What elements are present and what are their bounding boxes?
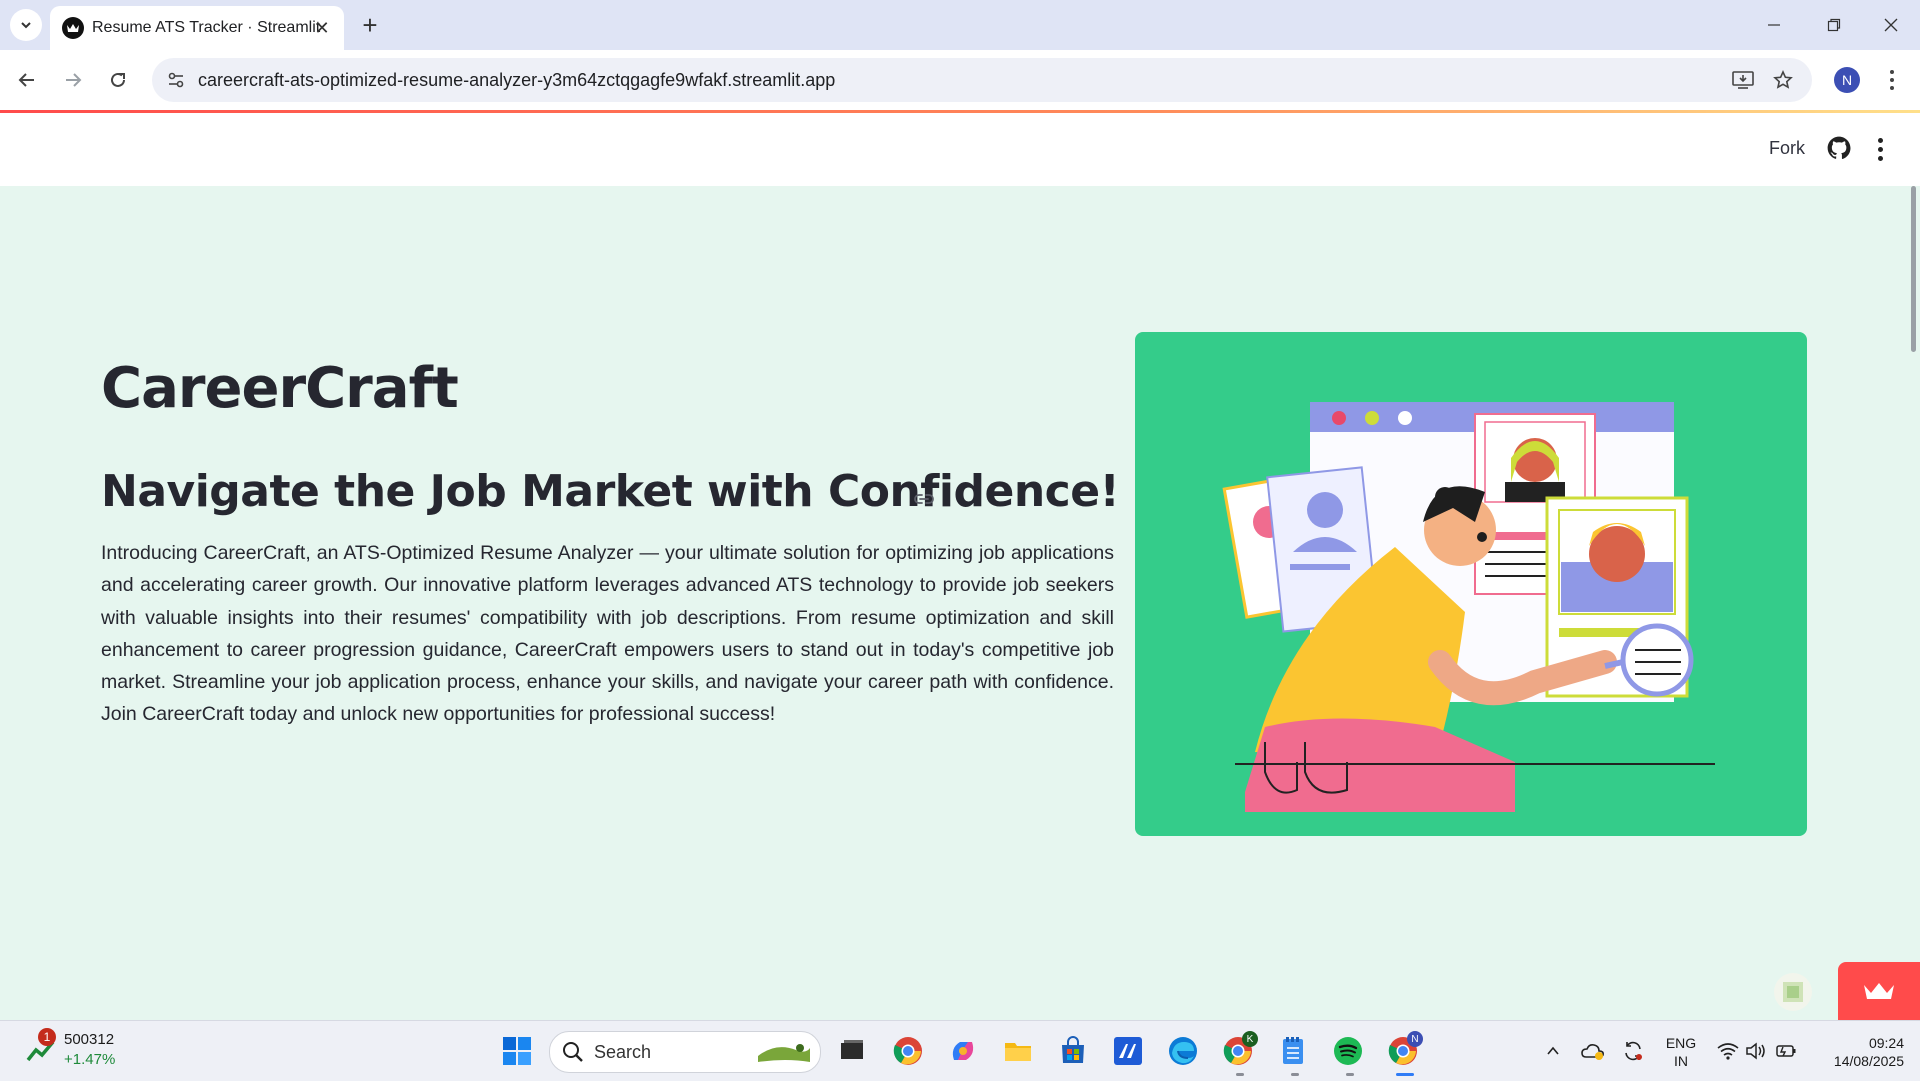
edge-icon[interactable] — [1165, 1033, 1201, 1069]
hero-illustration — [1135, 332, 1807, 836]
back-icon[interactable] — [11, 64, 43, 96]
install-app-icon[interactable] — [1729, 66, 1757, 94]
streamlit-crown-icon — [62, 17, 84, 39]
clock-time: 09:24 — [1868, 1035, 1904, 1051]
file-explorer-folder-icon[interactable] — [1000, 1033, 1036, 1069]
fork-button[interactable]: Fork — [1769, 138, 1805, 159]
tab-title: Resume ATS Tracker · Streamlit — [92, 19, 321, 36]
minimize-icon[interactable] — [1751, 8, 1797, 42]
microsoft-store-icon[interactable] — [1055, 1033, 1091, 1069]
streamlit-crown-badge[interactable] — [1838, 962, 1920, 1020]
tab-close-icon[interactable]: ✕ — [310, 16, 334, 40]
close-window-icon[interactable] — [1868, 8, 1914, 42]
clock[interactable]: 09:24 14/08/2025 — [1812, 1034, 1904, 1070]
intro-paragraph: Introducing CareerCraft, an ATS-Optimize… — [101, 542, 1114, 726]
active-indicator — [1396, 1073, 1414, 1076]
app-menu-icon[interactable] — [1868, 133, 1892, 165]
browser-toolbar: careercraft-ats-optimized-resume-analyze… — [0, 50, 1920, 110]
battery-icon[interactable] — [1768, 1033, 1804, 1069]
profile-avatar[interactable]: N — [1834, 67, 1860, 93]
running-indicator — [1346, 1073, 1354, 1076]
copilot-icon[interactable] — [945, 1033, 981, 1069]
url-text[interactable]: careercraft-ats-optimized-resume-analyze… — [198, 70, 835, 91]
show-hidden-icons-chevron-up-icon[interactable] — [1535, 1033, 1571, 1069]
chrome-profile-n-icon[interactable]: N — [1385, 1031, 1423, 1069]
sync-icon[interactable] — [1615, 1033, 1651, 1069]
stock-value[interactable]: 500312 — [64, 1031, 114, 1048]
app-main: CareerCraft Navigate the Job Market with… — [0, 186, 1920, 1020]
language-code: ENG — [1665, 1035, 1697, 1051]
notepad-icon[interactable] — [1275, 1033, 1311, 1069]
chrome-profile-badge-k: K — [1242, 1031, 1258, 1047]
restore-icon[interactable] — [1811, 8, 1857, 42]
forward-icon[interactable] — [57, 64, 89, 96]
code-editor-icon[interactable] — [1110, 1033, 1146, 1069]
stock-notification-badge: 1 — [38, 1028, 56, 1046]
browser-tab-strip: Resume ATS Tracker · Streamlit ✕ + — [0, 0, 1920, 50]
onedrive-cloud-icon[interactable] — [1575, 1033, 1611, 1069]
search-highlight-icon — [756, 1038, 812, 1071]
taskbar: 1 500312 +1.47% Search K N ENG IN 09:24 … — [0, 1020, 1920, 1081]
new-tab-plus-icon[interactable]: + — [354, 9, 386, 41]
language-region: IN — [1674, 1053, 1688, 1069]
site-info-icon[interactable] — [162, 66, 190, 94]
chrome-profile-k-icon[interactable]: K — [1220, 1031, 1258, 1069]
stock-change[interactable]: +1.47% — [64, 1051, 115, 1068]
chrome-profile-badge-n: N — [1407, 1031, 1423, 1047]
taskbar-search-box[interactable]: Search — [549, 1031, 821, 1073]
reload-icon[interactable] — [102, 64, 134, 96]
browser-tab-active[interactable]: Resume ATS Tracker · Streamlit ✕ — [50, 6, 344, 50]
running-indicator — [1291, 1073, 1299, 1076]
browser-menu-icon[interactable] — [1880, 64, 1904, 96]
streamlit-header: Fork — [0, 113, 1920, 186]
spotify-icon[interactable] — [1330, 1033, 1366, 1069]
scrollbar-thumb[interactable] — [1911, 186, 1916, 352]
search-icon — [562, 1041, 584, 1068]
language-indicator[interactable]: ENG IN — [1663, 1034, 1699, 1070]
page-subtitle: Navigate the Job Market with Confidence! — [101, 466, 1120, 517]
search-label: Search — [594, 1042, 652, 1062]
address-bar[interactable]: careercraft-ats-optimized-resume-analyze… — [152, 58, 1812, 102]
anchor-link-icon[interactable] — [912, 487, 936, 511]
clock-date: 14/08/2025 — [1833, 1053, 1904, 1069]
windows-start-icon[interactable] — [499, 1033, 535, 1069]
github-icon[interactable] — [1826, 135, 1852, 161]
app-avatar-icon[interactable] — [1773, 972, 1813, 1012]
page-scrollbar[interactable] — [1906, 186, 1920, 1020]
bookmark-star-icon[interactable] — [1769, 66, 1797, 94]
tab-search-chevron-down-icon[interactable] — [10, 9, 42, 41]
running-indicator — [1236, 1073, 1244, 1076]
page-title: CareerCraft — [101, 356, 459, 421]
chrome-icon[interactable] — [890, 1033, 926, 1069]
task-view-icon[interactable] — [834, 1033, 870, 1069]
